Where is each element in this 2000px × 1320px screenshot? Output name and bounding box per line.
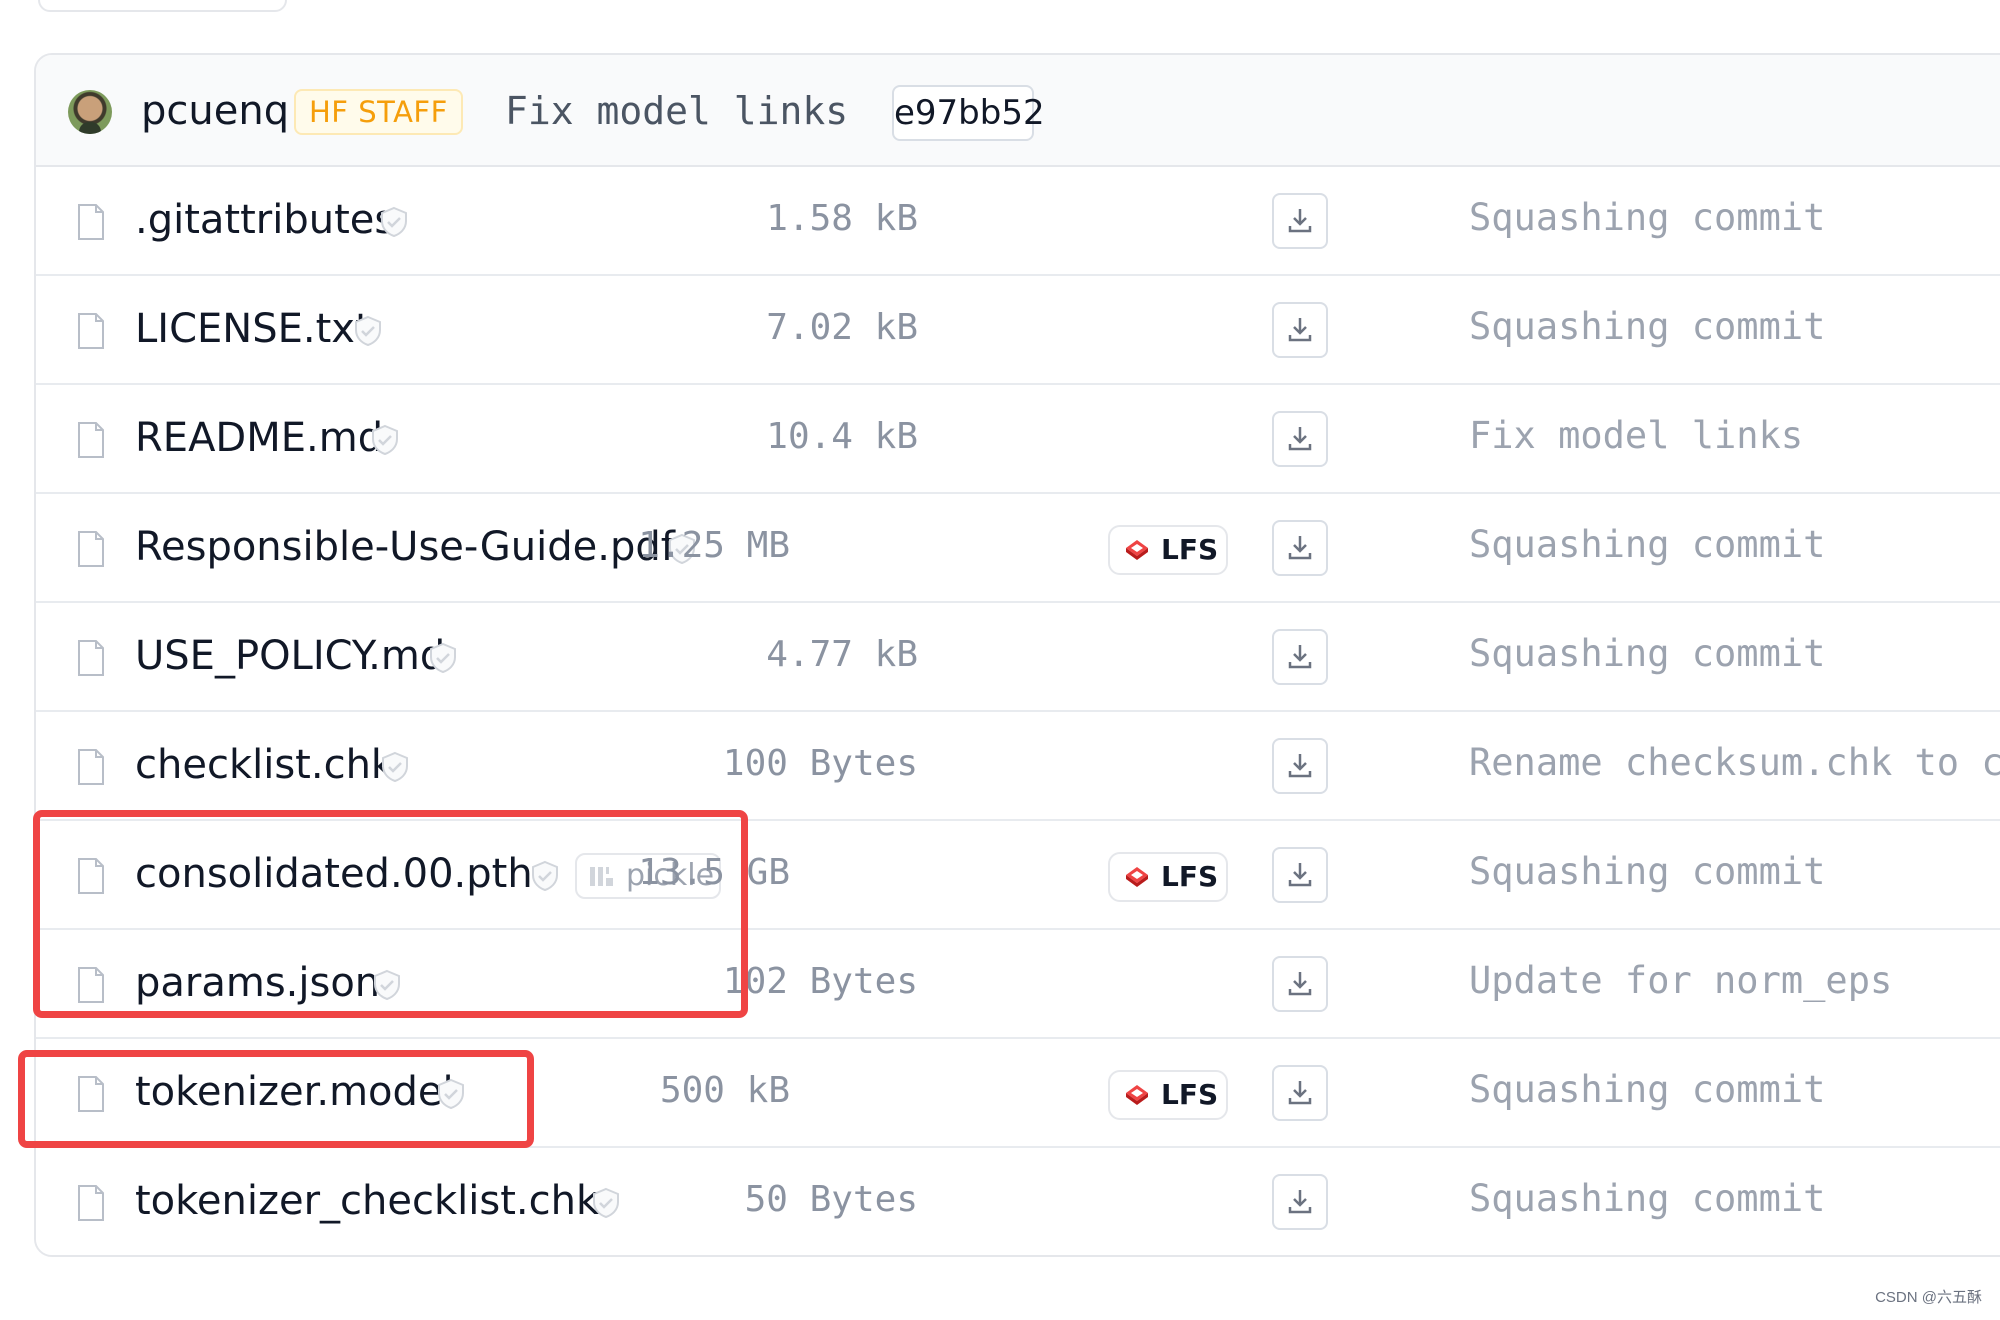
repository-file-panel: pcuenq HF STAFF Fix model links e97bb52 … bbox=[34, 53, 2000, 1257]
last-commit-message[interactable]: Squashing commit bbox=[1469, 1175, 1825, 1223]
file-row[interactable]: USE_POLICY.md 4.77 kB Squashing commit bbox=[36, 603, 2000, 712]
download-icon bbox=[1288, 318, 1312, 342]
file-row[interactable]: README.md 10.4 kB Fix model links bbox=[36, 385, 2000, 494]
download-button[interactable] bbox=[1272, 629, 1328, 685]
shield-check-icon[interactable] bbox=[377, 205, 411, 239]
file-row[interactable]: Responsible-Use-Guide.pdf 1.25 MB LFS Squas… bbox=[36, 494, 2000, 603]
file-row[interactable]: consolidated.00.pth pickle 13.5 GB LFS Squas… bbox=[36, 821, 2000, 930]
file-list: .gitattributes 1.58 kB Squashing commit LIC… bbox=[36, 167, 2000, 1255]
file-icon bbox=[78, 749, 104, 785]
shield-check-icon[interactable] bbox=[368, 423, 402, 457]
file-row[interactable]: checklist.chk 100 Bytes Rename checksum.ch… bbox=[36, 712, 2000, 821]
shield-check-icon[interactable] bbox=[589, 1186, 623, 1220]
file-icon bbox=[78, 967, 104, 1003]
file-icon bbox=[78, 640, 104, 676]
file-row[interactable]: tokenizer.model 500 kB LFS Squashing commit bbox=[36, 1039, 2000, 1148]
file-name-link[interactable]: checklist.chk bbox=[135, 741, 394, 789]
download-button[interactable] bbox=[1272, 738, 1328, 794]
download-icon bbox=[1288, 645, 1312, 669]
file-size: 10.4 kB bbox=[766, 416, 918, 457]
git-lfs-icon bbox=[1126, 540, 1148, 560]
git-lfs-icon bbox=[1126, 867, 1148, 887]
commit-message[interactable]: Fix model links bbox=[505, 88, 848, 134]
download-icon bbox=[1288, 1190, 1312, 1214]
last-commit-message[interactable]: Squashing commit bbox=[1469, 1066, 1825, 1114]
file-name-link[interactable]: params.json bbox=[135, 959, 380, 1007]
shield-check-icon[interactable] bbox=[528, 859, 562, 893]
avatar[interactable] bbox=[68, 90, 112, 134]
last-commit-message[interactable]: Squashing commit bbox=[1469, 194, 1825, 242]
file-size: 100 Bytes bbox=[722, 743, 918, 784]
file-icon bbox=[78, 313, 104, 349]
download-icon bbox=[1288, 427, 1312, 451]
lfs-label: LFS bbox=[1161, 533, 1219, 566]
file-icon bbox=[78, 531, 104, 567]
commit-hash-button[interactable]: e97bb52 bbox=[892, 85, 1045, 141]
file-icon bbox=[78, 858, 104, 894]
file-row[interactable]: LICENSE.txt 7.02 kB Squashing commit bbox=[36, 276, 2000, 385]
file-name-link[interactable]: .gitattributes bbox=[135, 196, 395, 244]
file-name-link[interactable]: USE_POLICY.md bbox=[135, 632, 445, 680]
file-size: 7.02 kB bbox=[766, 307, 918, 348]
file-icon bbox=[78, 204, 104, 240]
download-button[interactable] bbox=[1272, 847, 1328, 903]
download-button[interactable] bbox=[1272, 1174, 1328, 1230]
last-commit-message[interactable]: Fix model links bbox=[1469, 412, 1803, 460]
shield-check-icon[interactable] bbox=[378, 750, 412, 784]
file-row[interactable]: params.json 102 Bytes Update for norm_eps bbox=[36, 930, 2000, 1039]
download-button[interactable] bbox=[1272, 193, 1328, 249]
lfs-badge: LFS bbox=[1108, 852, 1228, 902]
download-button[interactable] bbox=[1272, 411, 1328, 467]
download-button[interactable] bbox=[1272, 956, 1328, 1012]
download-icon bbox=[1288, 754, 1312, 778]
shield-check-icon[interactable] bbox=[351, 314, 385, 348]
download-button[interactable] bbox=[1272, 520, 1328, 576]
file-icon bbox=[78, 1076, 104, 1112]
shield-check-icon[interactable] bbox=[370, 968, 404, 1002]
lfs-badge: LFS bbox=[1108, 525, 1228, 575]
file-name-link[interactable]: LICENSE.txt bbox=[135, 305, 371, 353]
watermark: CSDN @六五酥 bbox=[1875, 1289, 1982, 1306]
file-size: 1.25 MB bbox=[638, 525, 790, 566]
download-icon bbox=[1288, 1081, 1312, 1105]
file-size: 102 Bytes bbox=[722, 961, 918, 1002]
last-commit-message[interactable]: Squashing commit bbox=[1469, 630, 1825, 678]
shield-check-icon[interactable] bbox=[426, 641, 460, 675]
last-commit-message[interactable]: Update for norm_eps bbox=[1469, 957, 1892, 1005]
lfs-label: LFS bbox=[1161, 1078, 1219, 1111]
file-icon bbox=[78, 422, 104, 458]
download-icon bbox=[1288, 536, 1312, 560]
file-size: 13.5 GB bbox=[638, 852, 790, 893]
file-row[interactable]: tokenizer_checklist.chk 50 Bytes Squashing… bbox=[36, 1148, 2000, 1255]
file-size: 500 kB bbox=[659, 1070, 790, 1111]
lfs-badge: LFS bbox=[1108, 1070, 1228, 1120]
file-name-link[interactable]: consolidated.00.pth bbox=[135, 850, 533, 898]
file-name-link[interactable]: Responsible-Use-Guide.pdf bbox=[135, 523, 675, 571]
pickle-jar-icon bbox=[590, 867, 613, 886]
file-name-link[interactable]: README.md bbox=[135, 414, 383, 462]
download-icon bbox=[1288, 972, 1312, 996]
file-icon bbox=[78, 1185, 104, 1221]
git-lfs-icon bbox=[1126, 1085, 1148, 1105]
file-name-link[interactable]: tokenizer_checklist.chk bbox=[135, 1177, 599, 1225]
file-size: 1.58 kB bbox=[766, 198, 918, 239]
file-name-link[interactable]: tokenizer.model bbox=[135, 1068, 454, 1116]
shield-check-icon[interactable] bbox=[434, 1077, 468, 1111]
last-commit-message[interactable]: Squashing commit bbox=[1469, 848, 1825, 896]
download-button[interactable] bbox=[1272, 1065, 1328, 1121]
file-size: 4.77 kB bbox=[766, 634, 918, 675]
lfs-label: LFS bbox=[1161, 860, 1219, 893]
staff-badge: HF STAFF bbox=[294, 89, 463, 135]
file-size: 50 Bytes bbox=[744, 1179, 918, 1220]
last-commit-message[interactable]: Squashing commit bbox=[1469, 303, 1825, 351]
top-tab-stub bbox=[38, 0, 287, 12]
latest-commit-header: pcuenq HF STAFF Fix model links e97bb52 bbox=[36, 55, 2000, 167]
file-row[interactable]: .gitattributes 1.58 kB Squashing commit bbox=[36, 167, 2000, 276]
download-icon bbox=[1288, 209, 1312, 233]
commit-author[interactable]: pcuenq bbox=[141, 88, 289, 134]
last-commit-message[interactable]: Rename checksum.chk to c bbox=[1469, 739, 2000, 787]
download-icon bbox=[1288, 863, 1312, 887]
last-commit-message[interactable]: Squashing commit bbox=[1469, 521, 1825, 569]
download-button[interactable] bbox=[1272, 302, 1328, 358]
